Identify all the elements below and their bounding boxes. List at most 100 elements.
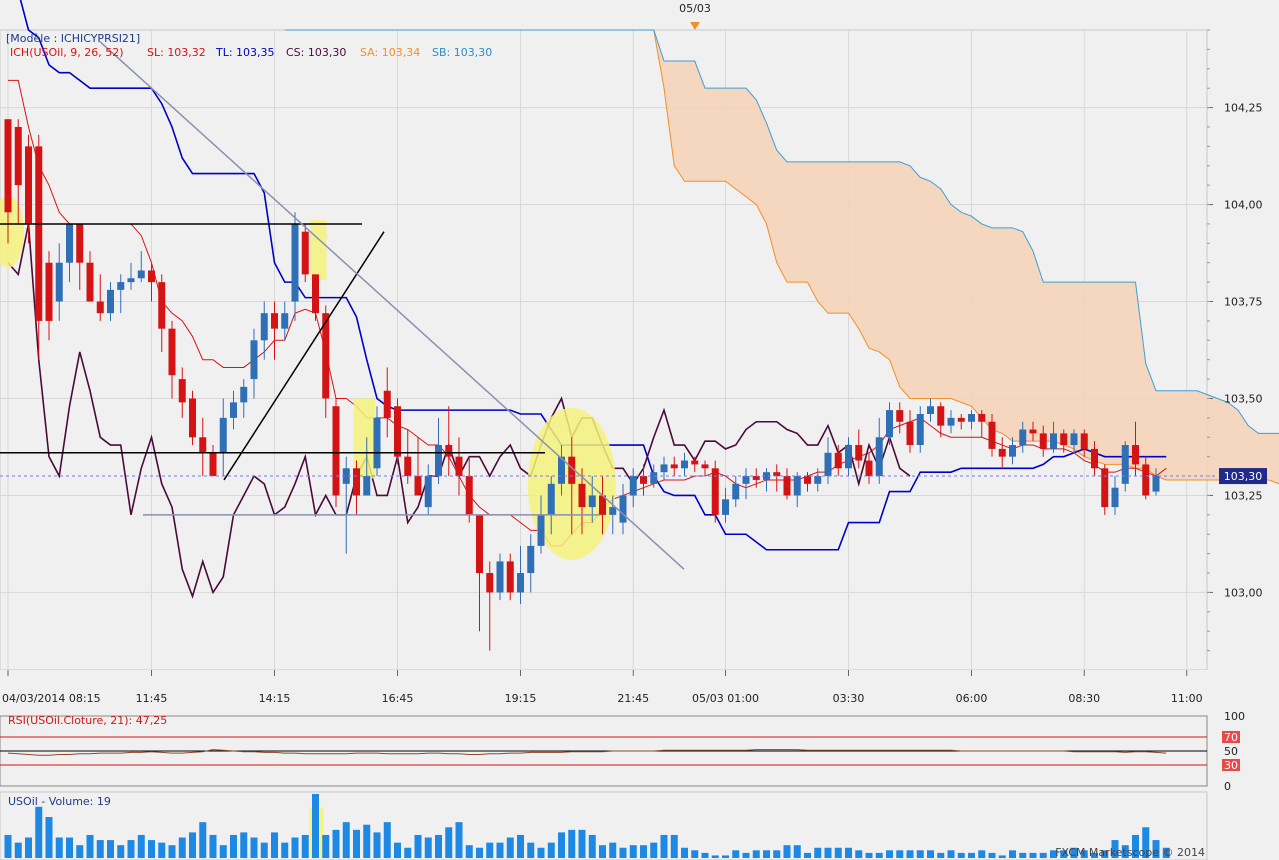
- volume-bar: [240, 832, 248, 858]
- candle-body: [660, 464, 668, 473]
- candle-body: [250, 340, 258, 380]
- volume-bar: [814, 847, 822, 858]
- volume-bar: [640, 845, 647, 858]
- volume-bar: [312, 794, 319, 858]
- price-tick-label: 103,00: [1224, 586, 1263, 599]
- candle-body: [230, 402, 237, 418]
- volume-bar: [373, 832, 381, 858]
- volume-bar: [435, 834, 442, 858]
- volume-bar: [96, 840, 104, 858]
- candle-body: [404, 456, 412, 477]
- volume-bar: [353, 829, 360, 858]
- volume-bar: [168, 845, 176, 858]
- volume-label: USOil - Volume: 19: [8, 795, 111, 808]
- candle-body: [947, 417, 955, 426]
- candle-body: [896, 410, 904, 422]
- volume-bar: [906, 850, 914, 858]
- volume-bar: [732, 850, 740, 858]
- candle-body: [301, 231, 309, 275]
- volume-bar: [332, 829, 340, 858]
- price-tick-label: 103,75: [1224, 296, 1263, 309]
- candle-body: [1029, 429, 1037, 434]
- volume-bar: [599, 845, 606, 858]
- ichimoku-legend: ICH(USOil, 9, 26, 52) SL: 103,32 TL: 103…: [10, 46, 492, 59]
- candle-body: [650, 472, 658, 484]
- volume-bar: [793, 845, 801, 858]
- candle-body: [845, 445, 852, 469]
- candle-body: [271, 313, 278, 329]
- candle-body: [814, 476, 822, 484]
- volume-bar: [978, 850, 986, 858]
- volume-bar: [886, 850, 893, 858]
- time-tick-label: 19:15: [505, 692, 537, 705]
- volume-bar: [711, 855, 719, 858]
- time-tick-label: 03:30: [833, 692, 865, 705]
- candle-body: [609, 507, 617, 515]
- candle-body: [148, 270, 155, 283]
- volume-bar: [363, 824, 371, 858]
- volume-bar: [271, 832, 278, 858]
- candle-body: [865, 460, 873, 477]
- time-tick-label: 11:00: [1171, 692, 1203, 705]
- candle-body: [1080, 433, 1088, 449]
- volume-bar: [117, 845, 125, 858]
- legend-tl: TL: 103,35: [215, 46, 275, 59]
- volume-bar: [14, 842, 22, 858]
- candle-body: [742, 476, 750, 484]
- rsi-tick-label: 70: [1224, 731, 1238, 744]
- candle-body: [1101, 468, 1109, 508]
- candle-body: [937, 406, 945, 426]
- volume-bar: [517, 834, 524, 858]
- volume-bar: [1009, 850, 1016, 858]
- candle-body: [1132, 445, 1139, 465]
- candle-body: [127, 278, 135, 283]
- volume-bar: [670, 834, 678, 858]
- candle-body: [968, 414, 975, 422]
- candle-body: [1070, 433, 1078, 446]
- volume-bar: [609, 842, 617, 858]
- candle-body: [312, 274, 319, 314]
- time-tick-label: 08:30: [1068, 692, 1100, 705]
- highlight-rect: [310, 220, 327, 281]
- volume-bar: [260, 842, 268, 858]
- volume-bar: [394, 842, 401, 858]
- volume-bar: [35, 806, 43, 858]
- volume-bar: [189, 832, 196, 858]
- volume-bar: [476, 847, 483, 858]
- candle-body: [168, 328, 176, 376]
- candle-body: [455, 456, 463, 477]
- rsi-tick-label: 50: [1224, 745, 1238, 758]
- candle-body: [1121, 445, 1129, 484]
- candle-body: [35, 146, 43, 321]
- candle-body: [773, 472, 781, 477]
- volume-bar: [783, 845, 791, 858]
- candle-body: [465, 476, 473, 515]
- copyright-label: FXCM Marketscope © 2014: [1055, 846, 1205, 859]
- candle-body: [332, 406, 340, 496]
- candle-body: [824, 452, 832, 477]
- legend-sl: SL: 103,32: [147, 46, 206, 59]
- volume-bar: [660, 834, 668, 858]
- volume-bar: [76, 845, 84, 858]
- candle-body: [353, 468, 360, 496]
- candle-body: [1060, 433, 1068, 446]
- rsi-panel[interactable]: [0, 715, 1208, 787]
- price-tick-label: 103,50: [1224, 392, 1263, 405]
- candle-body: [14, 126, 22, 186]
- time-tick-label: 06:00: [956, 692, 988, 705]
- candle-body: [424, 476, 432, 508]
- price-panel[interactable]: [0, 0, 1279, 671]
- volume-bar: [547, 842, 555, 858]
- candle-body: [373, 417, 381, 469]
- candle-body: [4, 119, 12, 213]
- volume-bar: [107, 840, 114, 858]
- volume-panel[interactable]: [0, 791, 1208, 860]
- candle-body: [691, 460, 699, 465]
- volume-bar: [558, 832, 565, 858]
- volume-bar: [250, 837, 258, 858]
- candle-body: [189, 398, 196, 438]
- volume-bar: [1029, 852, 1037, 858]
- volume-bar: [445, 827, 453, 858]
- candle-body: [117, 282, 125, 290]
- candle-body: [486, 573, 494, 593]
